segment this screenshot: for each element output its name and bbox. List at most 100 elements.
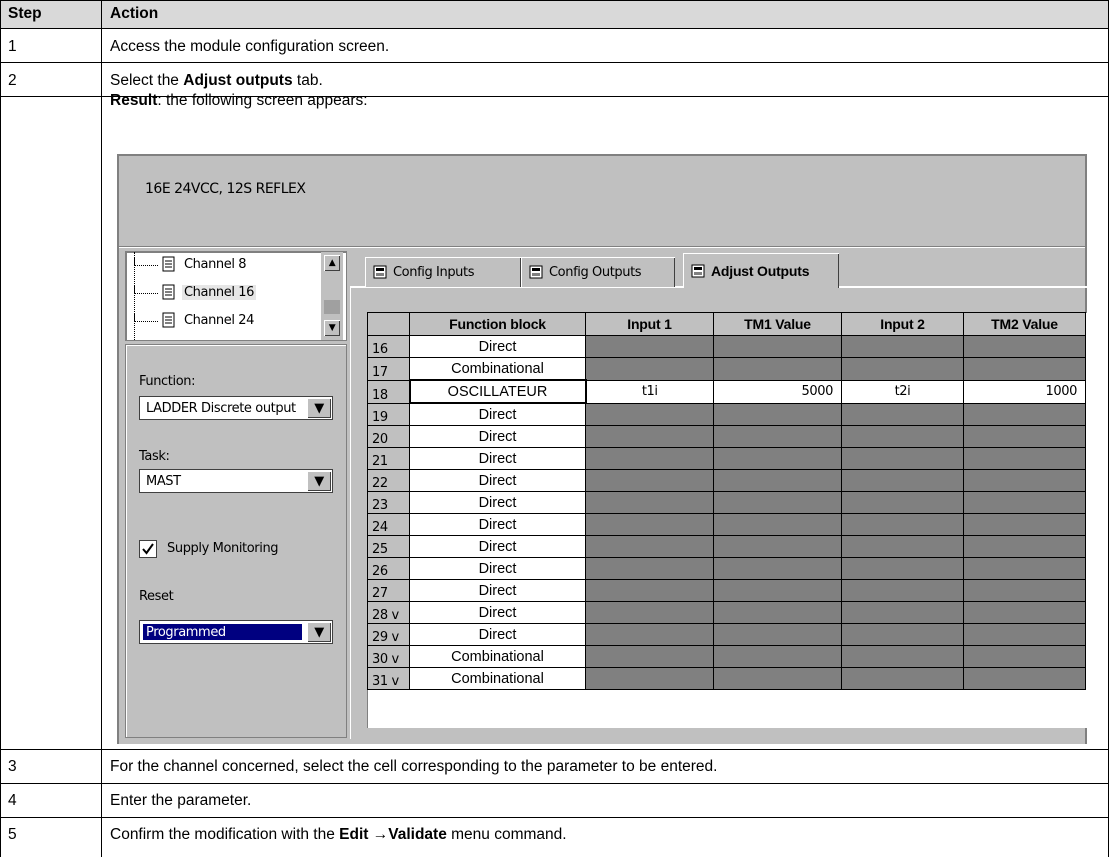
input-1-cell: [585, 579, 714, 602]
function-block-cell[interactable]: Direct: [409, 601, 586, 624]
function-block-cell[interactable]: Direct: [409, 623, 586, 646]
tm1-value-cell[interactable]: 5000: [713, 379, 842, 404]
tm1-value-cell: [713, 491, 842, 514]
function-block-cell[interactable]: Direct: [409, 469, 586, 492]
tm1-value-cell: [713, 402, 842, 426]
channel-tree[interactable]: Channel 8 Channel 16 Channel 24 ▲ ▼: [125, 251, 347, 341]
table-row[interactable]: 22 Direct: [367, 469, 1086, 492]
tm2-value-cell[interactable]: 1000: [963, 379, 1086, 404]
column-header-function-block: Function block: [409, 312, 586, 336]
channel-number-cell: 29 v: [367, 623, 410, 646]
function-block-cell[interactable]: Combinational: [409, 667, 586, 690]
function-block-cell[interactable]: Direct: [409, 402, 586, 426]
input-1-cell: [585, 425, 714, 448]
document-icon: [162, 256, 175, 272]
table-row[interactable]: 29 v Direct: [367, 623, 1086, 646]
input-2-cell: [841, 402, 964, 426]
tm1-value-cell: [713, 469, 842, 492]
channel-number-cell: 25: [367, 535, 410, 558]
function-block-cell[interactable]: Direct: [409, 513, 586, 536]
input-2-cell: [841, 645, 964, 668]
input-1-cell: [585, 402, 714, 426]
tm2-value-cell: [963, 535, 1086, 558]
chevron-down-icon[interactable]: ▼: [307, 471, 331, 491]
table-row[interactable]: 20 Direct: [367, 425, 1086, 448]
table-row[interactable]: 23 Direct: [367, 491, 1086, 514]
channel-number-cell: 31 v: [367, 667, 410, 690]
table-row[interactable]: 24 Direct: [367, 513, 1086, 536]
input-2-cell: [841, 579, 964, 602]
table-row[interactable]: 25 Direct: [367, 535, 1086, 558]
tree-item-channel-8[interactable]: Channel 8: [132, 254, 248, 274]
function-block-cell[interactable]: Direct: [409, 535, 586, 558]
input-2-cell: [841, 425, 964, 448]
step-number: 5: [8, 826, 17, 843]
function-block-cell[interactable]: OSCILLATEUR: [408, 379, 587, 404]
function-block-cell[interactable]: Direct: [409, 579, 586, 602]
function-block-cell[interactable]: Direct: [409, 425, 586, 448]
step-number: 1: [8, 38, 17, 55]
tab-adjust-outputs[interactable]: Adjust Outputs: [683, 253, 839, 288]
input-2-cell: [841, 335, 964, 358]
step-result-text: Result: the following screen appears:: [110, 92, 368, 109]
tm1-value-cell: [713, 645, 842, 668]
channel-number-cell: 27: [367, 579, 410, 602]
function-block-cell[interactable]: Direct: [409, 335, 586, 358]
tree-item-channel-16[interactable]: Channel 16: [132, 282, 257, 302]
scroll-thumb[interactable]: [324, 300, 340, 314]
input-2-cell: [841, 491, 964, 514]
tm2-value-cell: [963, 601, 1086, 624]
tm1-value-cell: [713, 513, 842, 536]
tm1-value-cell: [713, 425, 842, 448]
table-row[interactable]: 28 v Direct: [367, 601, 1086, 624]
channel-number-cell: 19: [367, 402, 410, 426]
input-2-cell[interactable]: t2i: [841, 379, 964, 404]
input-2-cell: [841, 469, 964, 492]
tm2-value-cell: [963, 469, 1086, 492]
input-2-cell: [841, 601, 964, 624]
tm1-value-cell: [713, 335, 842, 358]
table-row[interactable]: 19 Direct: [367, 402, 1086, 426]
table-row[interactable]: 27 Direct: [367, 579, 1086, 602]
reset-select[interactable]: Programmed ▼: [139, 620, 333, 644]
adjust-outputs-grid[interactable]: Function block Input 1 TM1 Value Input 2…: [367, 312, 1087, 728]
input-2-cell: [841, 623, 964, 646]
table-row[interactable]: 31 v Combinational: [367, 667, 1086, 690]
step-action-text: Access the module configuration screen.: [110, 38, 390, 55]
header-action: Action: [110, 5, 159, 22]
module-config-screen: 16E 24VCC, 12S REFLEX Channel 8 Channel …: [117, 154, 1087, 744]
function-block-cell[interactable]: Combinational: [409, 357, 586, 381]
scroll-up-icon[interactable]: ▲: [324, 255, 340, 271]
tree-item-channel-24[interactable]: Channel 24: [132, 310, 256, 330]
table-row[interactable]: 17 Combinational: [367, 357, 1086, 381]
channel-number-cell: 26: [367, 557, 410, 580]
table-row[interactable]: 21 Direct: [367, 447, 1086, 470]
supply-monitoring-checkbox[interactable]: [139, 540, 157, 558]
task-select[interactable]: MAST ▼: [139, 469, 333, 493]
chevron-down-icon[interactable]: ▼: [307, 622, 331, 642]
input-1-cell: [585, 469, 714, 492]
tree-item-label: Channel 24: [184, 312, 255, 328]
tm2-value-cell: [963, 402, 1086, 426]
function-select[interactable]: LADDER Discrete output ▼: [139, 396, 333, 420]
function-block-cell[interactable]: Direct: [409, 447, 586, 470]
tree-scrollbar[interactable]: ▲ ▼: [321, 252, 343, 340]
table-row[interactable]: 18 OSCILLATEUR t1i 5000 t2i 1000: [367, 379, 1086, 404]
table-row[interactable]: 16 Direct: [367, 335, 1086, 358]
table-header-row: [0, 0, 1109, 28]
function-block-cell[interactable]: Direct: [409, 557, 586, 580]
function-block-cell[interactable]: Combinational: [409, 645, 586, 668]
chevron-down-icon[interactable]: ▼: [307, 398, 331, 418]
input-1-cell: [585, 557, 714, 580]
tree-item-label: Channel 8: [184, 256, 247, 272]
channel-number-cell: 30 v: [367, 645, 410, 668]
scroll-down-icon[interactable]: ▼: [324, 320, 340, 336]
table-row[interactable]: 30 v Combinational: [367, 645, 1086, 668]
input-1-cell[interactable]: t1i: [585, 379, 714, 404]
tab-config-inputs[interactable]: Config Inputs: [365, 257, 521, 287]
table-row[interactable]: 26 Direct: [367, 557, 1086, 580]
function-block-cell[interactable]: Direct: [409, 491, 586, 514]
step-action-text: Enter the parameter.: [110, 792, 252, 809]
tab-config-outputs[interactable]: Config Outputs: [521, 257, 675, 287]
tm2-value-cell: [963, 447, 1086, 470]
